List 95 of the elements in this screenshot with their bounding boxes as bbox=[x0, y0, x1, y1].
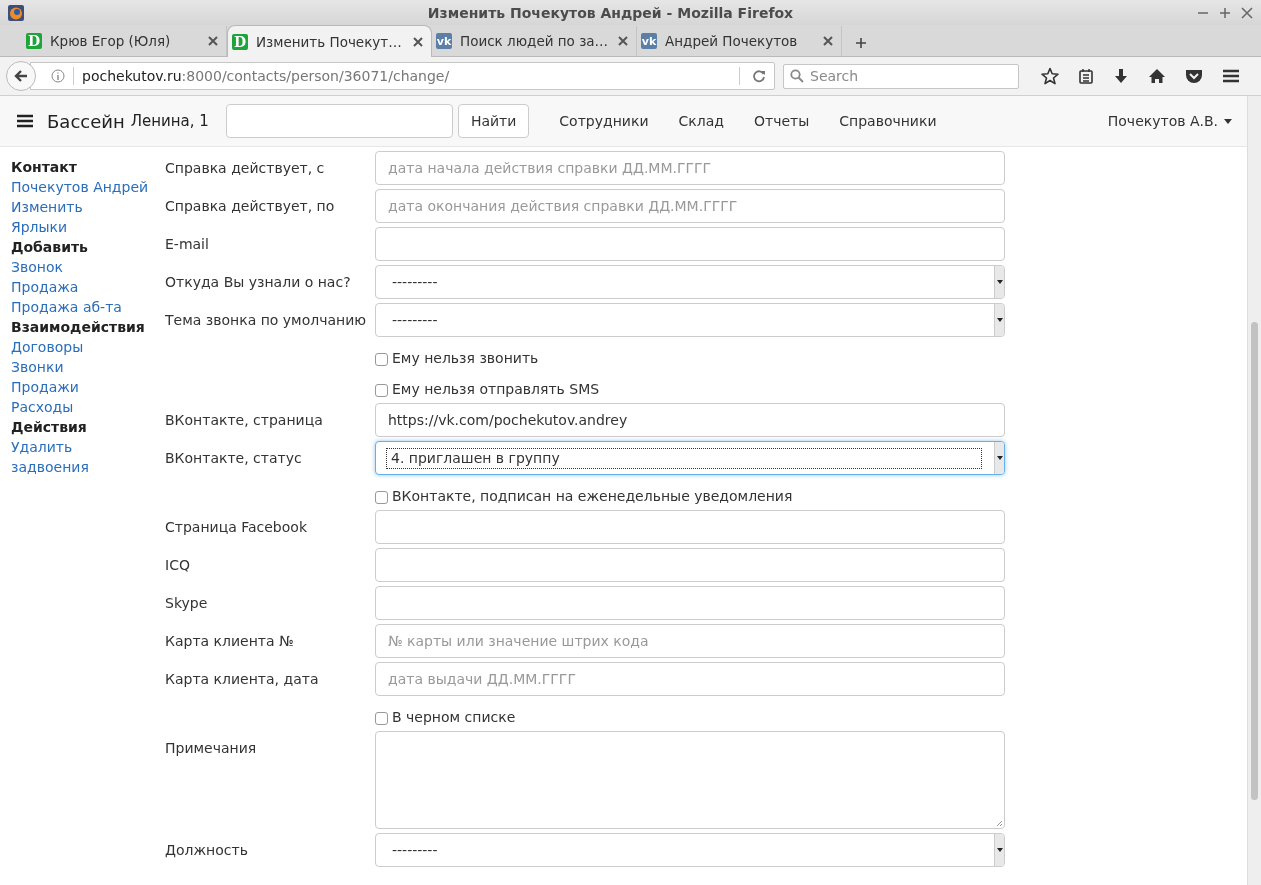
notes-field[interactable] bbox=[375, 731, 1005, 829]
checkbox-label: Ему нельзя отправлять SMS bbox=[392, 381, 600, 398]
checkbox[interactable] bbox=[375, 712, 388, 725]
sidebar-link[interactable]: Звонки bbox=[11, 357, 64, 377]
sidebar-heading: Контакт bbox=[11, 158, 77, 177]
close-icon[interactable] bbox=[413, 36, 423, 47]
nav-link[interactable]: Склад bbox=[663, 113, 739, 129]
field-label: Страница Facebook bbox=[165, 519, 307, 535]
search-field[interactable] bbox=[225, 104, 453, 138]
back-button[interactable] bbox=[6, 61, 36, 91]
close-icon[interactable] bbox=[1241, 6, 1253, 19]
sidebar-link[interactable]: Изменить bbox=[11, 197, 83, 217]
caret-icon[interactable] bbox=[1224, 118, 1232, 124]
info-icon bbox=[51, 69, 65, 83]
field-label: ВКонтакте, статус bbox=[165, 450, 302, 466]
window-title: Изменить Почекутов Андрей - Mozilla Firefox bbox=[426, 4, 795, 21]
menu-icon[interactable] bbox=[17, 114, 33, 128]
field-label: Должность bbox=[165, 842, 248, 858]
menu-icon[interactable] bbox=[1222, 68, 1240, 84]
field-label: Карта клиента № bbox=[165, 633, 294, 649]
input-field[interactable] bbox=[375, 227, 1005, 261]
field-label: Тема звонка по умолчанию bbox=[165, 312, 367, 328]
search-field[interactable]: Search bbox=[783, 63, 1019, 89]
nav-link[interactable]: Сотрудники bbox=[544, 113, 664, 129]
add-icon[interactable] bbox=[856, 38, 866, 48]
sidebar-link[interactable]: Продажа аб-та bbox=[11, 297, 122, 317]
select-field[interactable]: --------- bbox=[375, 833, 1005, 867]
brand-title[interactable]: Бассейн bbox=[47, 110, 125, 132]
browser-tab[interactable]: D Крюв Егор (Юля) bbox=[22, 26, 227, 56]
nav-link[interactable]: Справочники bbox=[824, 113, 952, 129]
reading-list-icon[interactable] bbox=[1078, 68, 1094, 84]
checkbox-label: Ему нельзя звонить bbox=[392, 350, 539, 367]
checkbox[interactable] bbox=[375, 384, 388, 397]
select-field[interactable]: 4. приглашен в группу bbox=[375, 441, 1005, 475]
user-menu[interactable]: Почекутов А.В. bbox=[1107, 113, 1218, 129]
sidebar-link[interactable]: Почекутов Андрей bbox=[11, 177, 149, 197]
browser-tab[interactable]: D Изменить Почекут… bbox=[227, 25, 432, 57]
star-icon[interactable] bbox=[1041, 67, 1059, 85]
close-icon[interactable] bbox=[618, 36, 628, 46]
browser-tab[interactable]: vk Поиск людей по за… bbox=[432, 26, 637, 56]
sidebar-link[interactable]: Звонок bbox=[11, 257, 63, 277]
checkbox[interactable] bbox=[375, 353, 388, 366]
input-field[interactable] bbox=[375, 548, 1005, 582]
address-field[interactable]: pochekutov.ru:8000/contacts/person/36071/change/ bbox=[30, 62, 775, 90]
pocket-icon[interactable] bbox=[1185, 68, 1203, 84]
reload-icon[interactable] bbox=[752, 69, 766, 83]
close-icon[interactable] bbox=[208, 36, 218, 46]
field-label: ВКонтакте, страница bbox=[165, 412, 323, 428]
sidebar-link[interactable]: Договоры bbox=[11, 337, 84, 357]
field-label: Справка действует, по bbox=[165, 198, 335, 214]
maximize-icon[interactable] bbox=[1219, 6, 1231, 19]
input-field[interactable]: https://vk.com/pochekutov.andrey bbox=[375, 403, 1005, 437]
favicon: D bbox=[26, 33, 42, 49]
caret-icon bbox=[996, 456, 1003, 460]
checkbox-label: В черном списке bbox=[392, 709, 516, 726]
favicon: D bbox=[232, 33, 248, 50]
browser-logo-icon bbox=[8, 4, 24, 21]
caret-icon bbox=[996, 280, 1003, 284]
input-field[interactable] bbox=[375, 586, 1005, 620]
sidebar-heading: Действия bbox=[11, 418, 87, 437]
caret-icon bbox=[996, 848, 1003, 852]
location-label: Ленина, 1 bbox=[130, 112, 209, 130]
home-icon[interactable] bbox=[1148, 68, 1166, 84]
select-field[interactable]: --------- bbox=[375, 303, 1005, 337]
download-icon[interactable] bbox=[1113, 68, 1129, 84]
field-label: Карта клиента, дата bbox=[165, 671, 319, 687]
checkbox-label: ВКонтакте, подписан на еженедельные уведомления bbox=[392, 488, 793, 505]
sidebar-link[interactable]: задвоения bbox=[11, 457, 89, 477]
sidebar-link[interactable]: Ярлыки bbox=[11, 217, 68, 237]
search-button[interactable]: Найти bbox=[457, 104, 530, 138]
search-icon bbox=[790, 69, 804, 83]
favicon: vk bbox=[436, 33, 452, 49]
sidebar-heading: Взаимодействия bbox=[11, 318, 145, 337]
select-field[interactable]: --------- bbox=[375, 265, 1005, 299]
field-label: Skype bbox=[165, 595, 208, 611]
field-label: Примечания bbox=[165, 740, 257, 756]
resize-grip-icon[interactable] bbox=[996, 820, 1003, 827]
sidebar-link[interactable]: Продажи bbox=[11, 377, 79, 397]
sidebar-heading: Добавить bbox=[11, 238, 88, 257]
caret-icon bbox=[996, 318, 1003, 322]
field-label: E-mail bbox=[165, 236, 209, 252]
checkbox[interactable] bbox=[375, 491, 388, 504]
browser-tab[interactable]: vk Андрей Почекутов bbox=[637, 26, 842, 56]
back-arrow-icon bbox=[13, 68, 29, 84]
close-icon[interactable] bbox=[823, 36, 833, 46]
input-field[interactable] bbox=[375, 510, 1005, 544]
sidebar-link[interactable]: Удалить bbox=[11, 437, 73, 457]
sidebar-link[interactable]: Расходы bbox=[11, 397, 74, 417]
scrollbar[interactable] bbox=[1247, 96, 1261, 885]
field-label: Справка действует, с bbox=[165, 160, 325, 176]
favicon: vk bbox=[641, 33, 657, 49]
nav-link[interactable]: Отчеты bbox=[738, 113, 825, 129]
sidebar-link[interactable]: Продажа bbox=[11, 277, 79, 297]
field-label: ICQ bbox=[165, 557, 190, 573]
field-label: Откуда Вы узнали о нас? bbox=[165, 274, 351, 290]
